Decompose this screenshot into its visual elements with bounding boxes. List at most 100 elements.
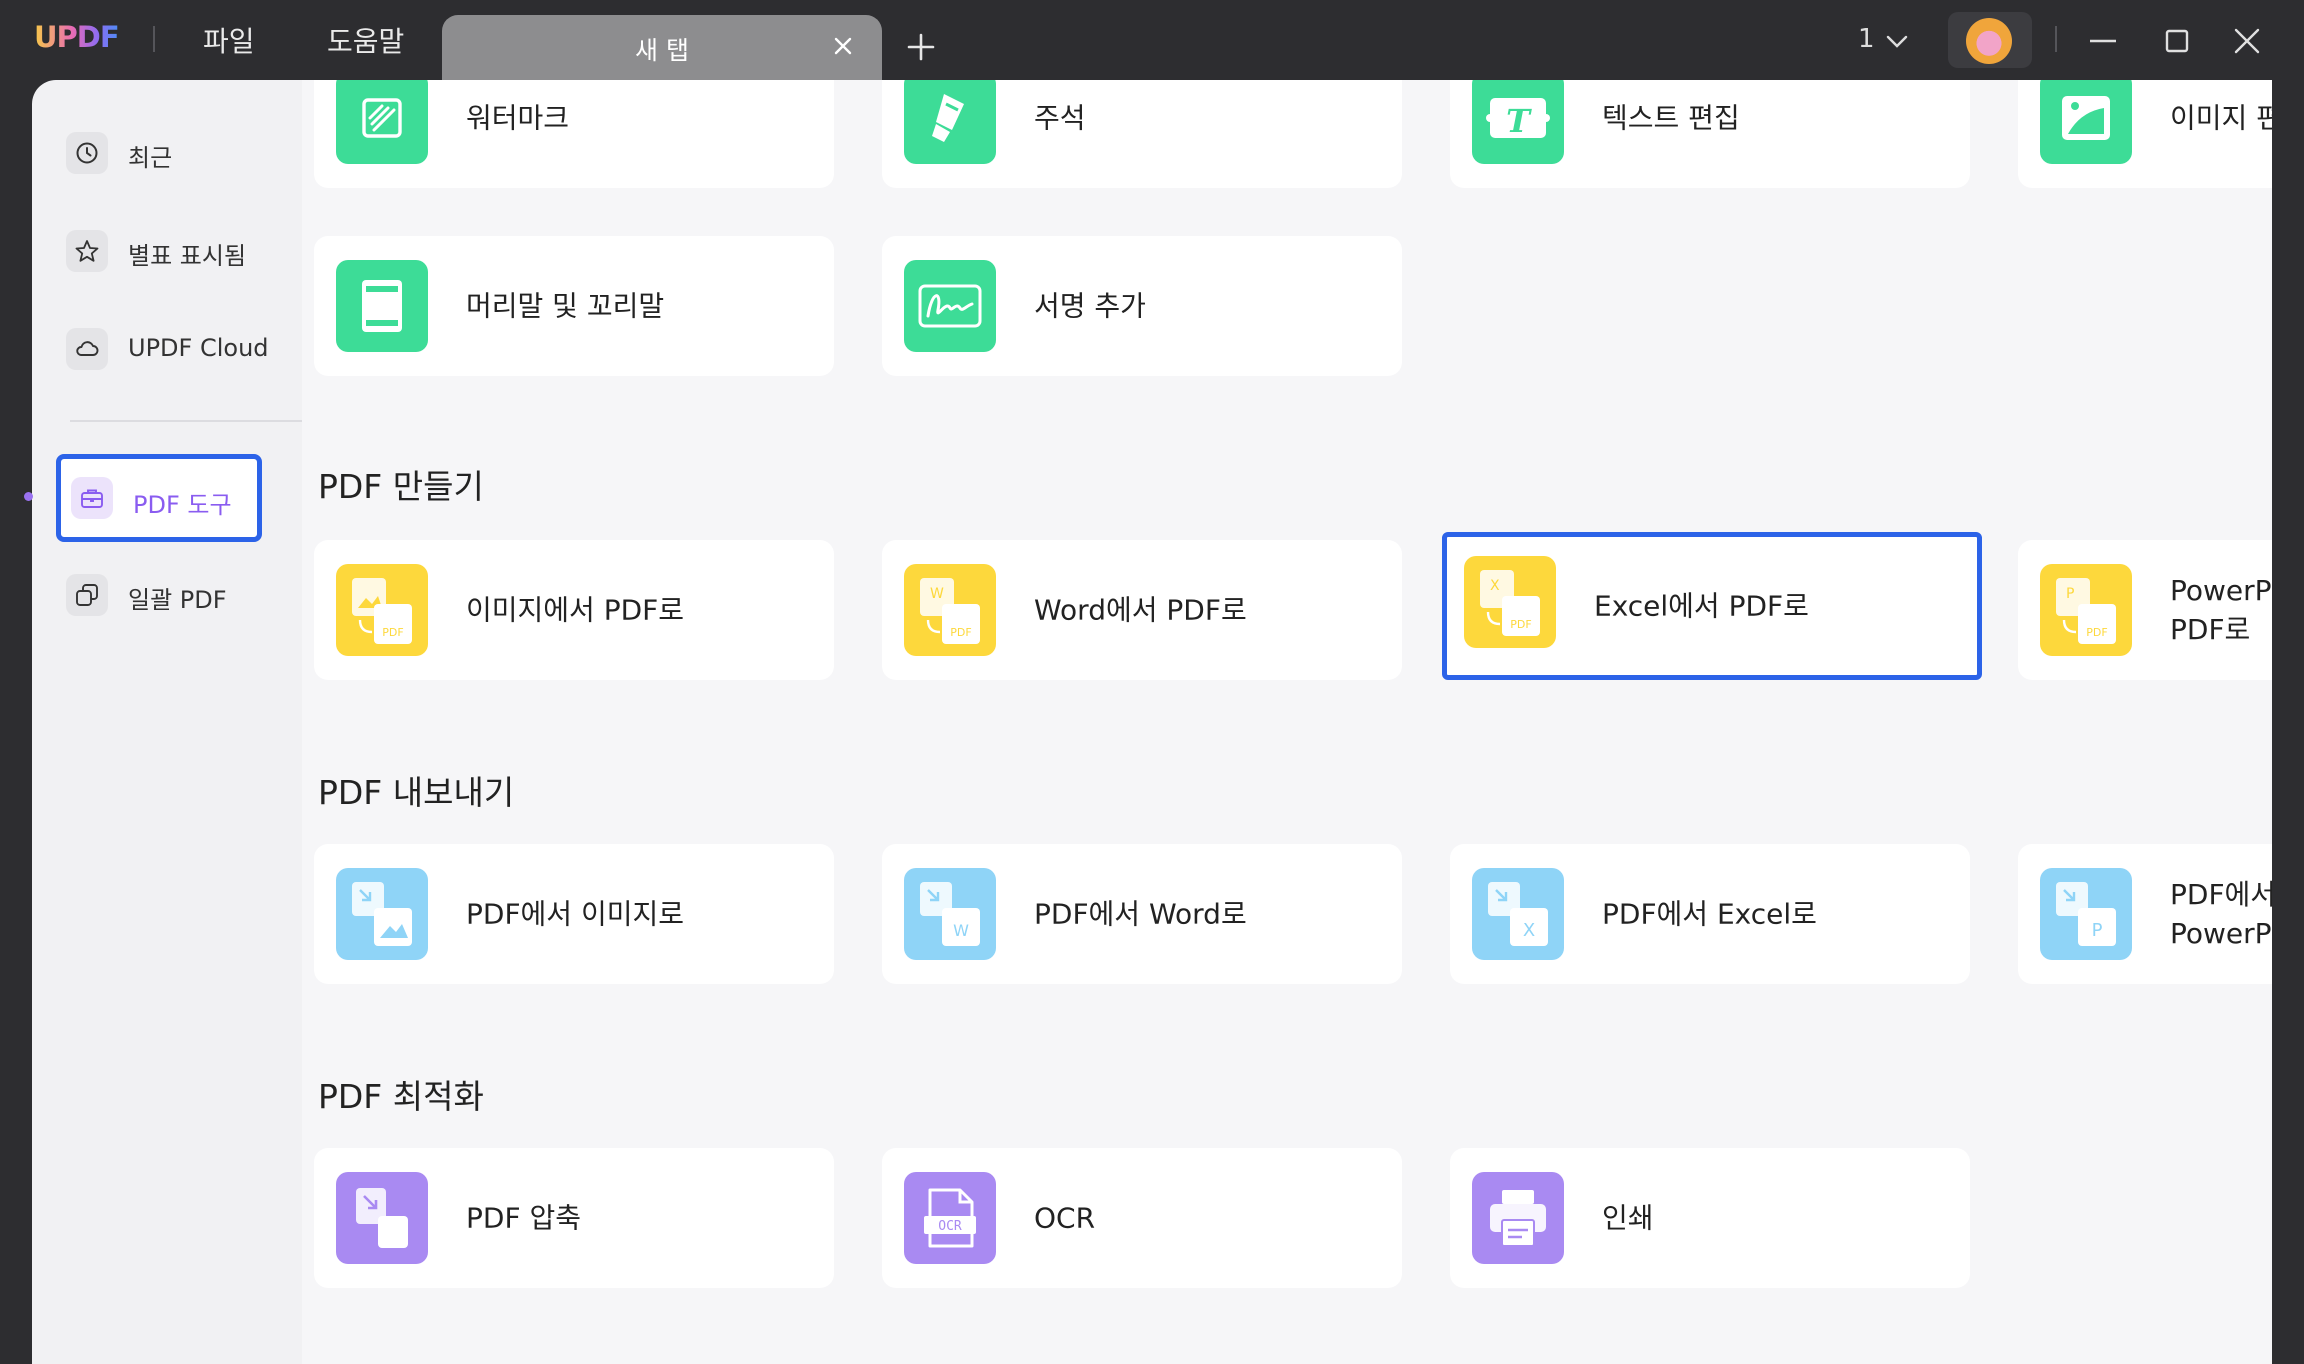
avatar (1966, 18, 2012, 64)
svg-text:PDF: PDF (382, 626, 403, 639)
svg-text:X: X (1490, 578, 1500, 594)
toolbox-icon (71, 477, 113, 519)
svg-text:W: W (953, 921, 969, 940)
tool-card-pdf-to-image[interactable]: PDF에서 이미지로 (314, 844, 834, 984)
pdf-to-excel-icon: X (1472, 868, 1564, 960)
sidebar-item-label: 최근 (128, 144, 173, 172)
tool-label: PDF에서 이미지로 (466, 897, 685, 931)
title-separator (153, 26, 155, 52)
menu-help[interactable]: 도움말 (327, 20, 404, 60)
cloud-icon (66, 328, 108, 370)
tool-label: 머리말 및 꼬리말 (466, 289, 665, 323)
clock-icon (66, 132, 108, 174)
avatar-button[interactable] (1948, 12, 2032, 68)
svg-text:OCR: OCR (938, 1219, 962, 1234)
section-title-optimize: PDF 최적화 (318, 1077, 484, 1116)
svg-text:P: P (2092, 920, 2103, 941)
tab-label: 새 탭 (635, 36, 689, 65)
svg-text:PDF: PDF (1510, 618, 1531, 631)
tool-card-print[interactable]: 인쇄 (1450, 1148, 1970, 1288)
tool-label: PDF 압축 (466, 1201, 581, 1235)
tool-card-pdf-to-word[interactable]: W PDF에서 Word로 (882, 844, 1402, 984)
tool-label: 주석 (1034, 101, 1086, 135)
minimize-icon[interactable] (2084, 22, 2122, 60)
sidebar-item-starred[interactable]: 별표 표시됨 (52, 218, 262, 284)
svg-text:PDF: PDF (2086, 626, 2107, 639)
page-count[interactable]: 1 (1858, 24, 1875, 54)
active-indicator (24, 492, 33, 501)
menu-file[interactable]: 파일 (203, 20, 255, 60)
tool-card-pdf-to-ppt[interactable]: P PDF에서 PowerPo (2018, 844, 2272, 984)
sidebar-item-label: UPDF Cloud (128, 334, 269, 362)
pdf-to-word-icon: W (904, 868, 996, 960)
svg-text:PDF: PDF (950, 626, 971, 639)
star-icon (66, 230, 108, 272)
printer-icon (1472, 1172, 1564, 1264)
tool-label: Excel에서 PDF로 (1594, 589, 1809, 623)
title-separator (2055, 26, 2057, 52)
tool-card-image-to-pdf[interactable]: PDF 이미지에서 PDF로 (314, 540, 834, 680)
section-title-export: PDF 내보내기 (318, 773, 515, 812)
sidebar-divider (70, 420, 308, 422)
tab-new[interactable]: 새 탭 (442, 15, 882, 81)
header-footer-icon (336, 260, 428, 352)
tool-card-text-edit[interactable]: T 텍스트 편집 (1450, 80, 1970, 188)
close-window-icon[interactable] (2228, 22, 2266, 60)
image-edit-icon (2040, 80, 2132, 164)
tool-card-annotate[interactable]: 주석 (882, 80, 1402, 188)
ppt-to-pdf-icon: P PDF (2040, 564, 2132, 656)
image-to-pdf-icon: PDF (336, 564, 428, 656)
tool-card-header-footer[interactable]: 머리말 및 꼬리말 (314, 236, 834, 376)
tool-card-pdf-to-excel[interactable]: X PDF에서 Excel로 (1450, 844, 1970, 984)
plus-icon[interactable] (904, 30, 938, 64)
sidebar-item-label: 일괄 PDF (128, 586, 227, 614)
svg-text:W: W (930, 586, 944, 602)
tool-label: 서명 추가 (1034, 289, 1146, 323)
tool-card-ppt-to-pdf[interactable]: P PDF PowerPo PDF로 (2018, 540, 2272, 680)
tool-label: 인쇄 (1602, 1201, 1654, 1235)
tool-card-watermark[interactable]: 워터마크 (314, 80, 834, 188)
tool-label: PowerPo PDF로 (2170, 574, 2272, 646)
batch-icon (66, 574, 108, 616)
ocr-icon: OCR (904, 1172, 996, 1264)
svg-text:T: T (1506, 102, 1532, 140)
svg-text:X: X (1523, 920, 1535, 941)
tool-card-ocr[interactable]: OCR OCR (882, 1148, 1402, 1288)
pdf-to-image-icon (336, 868, 428, 960)
excel-to-pdf-icon: X PDF (1464, 556, 1556, 648)
tool-label: OCR (1034, 1201, 1096, 1235)
tool-label: 텍스트 편집 (1602, 101, 1740, 135)
maximize-icon[interactable] (2158, 22, 2196, 60)
sidebar-item-recent[interactable]: 최근 (52, 120, 262, 186)
compress-icon (336, 1172, 428, 1264)
pdf-to-ppt-icon: P (2040, 868, 2132, 960)
window-edge (2272, 80, 2304, 1364)
tool-card-compress[interactable]: PDF 압축 (314, 1148, 834, 1288)
section-title-create: PDF 만들기 (318, 467, 484, 506)
tool-card-signature[interactable]: 서명 추가 (882, 236, 1402, 376)
text-edit-icon: T (1472, 80, 1564, 164)
tool-label: PDF에서 PowerPo (2170, 878, 2272, 950)
tool-label: 이미지 편 (2170, 101, 2272, 135)
title-bar: UPDF 파일 도움말 새 탭 1 (0, 0, 2304, 81)
watermark-icon (336, 80, 428, 164)
signature-icon (904, 260, 996, 352)
tool-label: Word에서 PDF로 (1034, 593, 1247, 627)
sidebar-item-label: PDF 도구 (133, 491, 232, 519)
tool-card-word-to-pdf[interactable]: W PDF Word에서 PDF로 (882, 540, 1402, 680)
tools-panel: 워터마크 주석 T 텍스트 편집 이미지 편 머리말 및 꼬리말 서명 추가 P… (302, 80, 2272, 1364)
tool-label: 이미지에서 PDF로 (466, 593, 685, 627)
tool-label: PDF에서 Word로 (1034, 897, 1247, 931)
sidebar-item-batch[interactable]: 일괄 PDF (52, 562, 262, 628)
close-icon[interactable] (828, 31, 858, 61)
sidebar-item-cloud[interactable]: UPDF Cloud (52, 316, 269, 382)
svg-text:P: P (2066, 586, 2074, 602)
tool-card-excel-to-pdf[interactable]: X PDF Excel에서 PDF로 (1442, 532, 1982, 680)
word-to-pdf-icon: W PDF (904, 564, 996, 656)
sidebar: 최근 별표 표시됨 UPDF Cloud PDF 도구 일괄 PDF (32, 80, 308, 1364)
app-logo[interactable]: UPDF (34, 20, 120, 54)
sidebar-item-pdf-tools[interactable]: PDF 도구 (56, 454, 262, 542)
sidebar-item-label: 별표 표시됨 (128, 242, 247, 270)
tool-card-image-edit[interactable]: 이미지 편 (2018, 80, 2272, 188)
chevron-down-icon[interactable] (1884, 28, 1910, 54)
